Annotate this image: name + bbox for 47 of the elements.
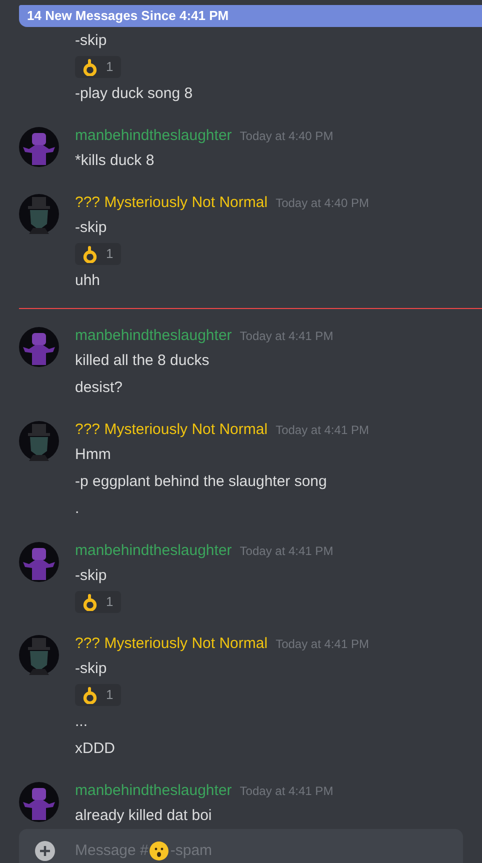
avatar-icon[interactable]: [19, 635, 59, 675]
message-text: killed all the 8 ducks: [75, 351, 210, 371]
username[interactable]: manbehindtheslaughter: [75, 540, 232, 562]
reaction-button[interactable]: 1: [75, 56, 122, 78]
username[interactable]: manbehindtheslaughter: [75, 125, 232, 148]
message-text: xDDD: [75, 739, 115, 759]
message-text: -skip: [75, 659, 107, 679]
message-text: ...: [75, 712, 88, 732]
avatar-icon[interactable]: [19, 542, 59, 582]
ok-hand-icon: [83, 686, 97, 704]
message-text: -p eggplant behind the slaughter song: [75, 472, 327, 492]
username[interactable]: ??? Mysteriously Not Normal: [75, 419, 268, 442]
message-text: uhh: [75, 271, 100, 291]
message-text: -skip: [75, 31, 107, 51]
timestamp: Today at 4:41 PM: [240, 783, 334, 800]
message-text: .: [75, 499, 80, 519]
message-text: -skip: [75, 566, 107, 586]
message-text: already killed dat boi: [75, 806, 212, 826]
reaction-button[interactable]: 1: [75, 243, 122, 265]
message-text: *kills duck 8: [75, 151, 154, 171]
avatar-icon[interactable]: [19, 327, 59, 367]
username[interactable]: manbehindtheslaughter: [75, 780, 232, 802]
timestamp: Today at 4:40 PM: [240, 128, 334, 145]
username[interactable]: manbehindtheslaughter: [75, 325, 232, 348]
message-text: desist?: [75, 378, 123, 398]
avatar-icon[interactable]: [19, 782, 59, 822]
plus-icon[interactable]: [35, 841, 55, 861]
timestamp: Today at 4:41 PM: [240, 328, 334, 345]
ok-hand-icon: [83, 246, 97, 262]
ok-hand-icon: [83, 58, 97, 76]
avatar-icon[interactable]: [19, 421, 59, 461]
surprised-face-icon: [149, 841, 170, 861]
username[interactable]: ??? Mysteriously Not Normal: [75, 633, 268, 656]
timestamp: Today at 4:41 PM: [276, 422, 369, 439]
message-text: -skip: [75, 218, 107, 238]
username[interactable]: ??? Mysteriously Not Normal: [75, 192, 268, 214]
timestamp: Today at 4:41 PM: [240, 543, 334, 560]
avatar-icon[interactable]: [19, 127, 59, 167]
timestamp: Today at 4:40 PM: [276, 195, 369, 212]
ok-hand-icon: [83, 594, 97, 610]
message-text: Hmm: [75, 445, 111, 465]
reaction-button[interactable]: 1: [75, 684, 122, 706]
new-messages-banner[interactable]: 14 New Messages Since 4:41 PM: [19, 5, 482, 27]
message-text: -play duck song 8: [75, 84, 193, 104]
timestamp: Today at 4:41 PM: [276, 636, 369, 653]
reaction-button[interactable]: 1: [75, 591, 122, 613]
avatar-icon[interactable]: [19, 194, 59, 234]
